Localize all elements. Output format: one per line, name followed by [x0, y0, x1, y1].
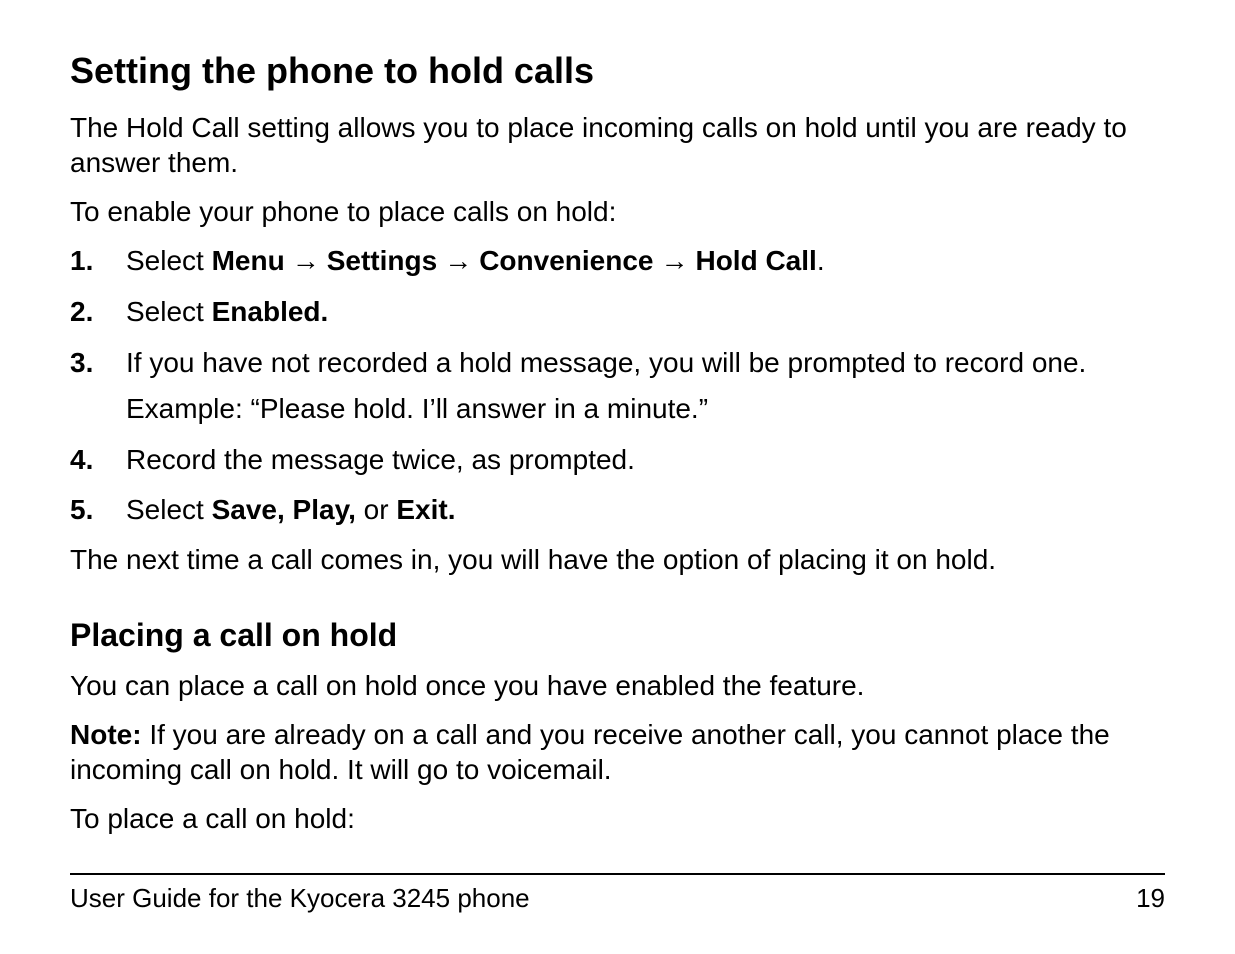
arrow-icon: →	[437, 246, 479, 277]
step-body: If you have not recorded a hold message,…	[126, 345, 1165, 428]
step-text: Select	[126, 245, 212, 276]
step-text: or	[356, 494, 396, 525]
step-text: Record the message twice, as prompted.	[126, 444, 635, 475]
step-number: 1.	[70, 243, 126, 280]
list-item: 5. Select Save, Play, or Exit.	[70, 492, 1165, 528]
footer-title: User Guide for the Kyocera 3245 phone	[70, 883, 530, 914]
document-page: Setting the phone to hold calls The Hold…	[0, 0, 1235, 954]
body-paragraph: To place a call on hold:	[70, 801, 1165, 836]
body-paragraph: You can place a call on hold once you ha…	[70, 668, 1165, 703]
after-paragraph: The next time a call comes in, you will …	[70, 542, 1165, 577]
note-label: Note:	[70, 719, 149, 750]
step-body: Select Enabled.	[126, 294, 1165, 330]
subsection-heading: Placing a call on hold	[70, 617, 1165, 654]
step-body: Record the message twice, as prompted.	[126, 442, 1165, 478]
ui-label: Exit.	[396, 494, 455, 525]
note-text: If you are already on a call and you rec…	[70, 719, 1110, 785]
step-body: Select Save, Play, or Exit.	[126, 492, 1165, 528]
step-body: Select Menu → Settings → Convenience → H…	[126, 243, 1165, 280]
menu-path-item: Convenience	[479, 245, 653, 276]
note-paragraph: Note: If you are already on a call and y…	[70, 717, 1165, 787]
intro-paragraph: The Hold Call setting allows you to plac…	[70, 110, 1165, 180]
menu-path-item: Menu	[212, 245, 285, 276]
menu-path-item: Settings	[327, 245, 437, 276]
ui-label: Enabled.	[212, 296, 329, 327]
step-number: 2.	[70, 294, 126, 330]
steps-list: 1. Select Menu → Settings → Convenience …	[70, 243, 1165, 528]
step-number: 3.	[70, 345, 126, 428]
arrow-icon: →	[653, 246, 695, 277]
list-item: 3. If you have not recorded a hold messa…	[70, 345, 1165, 428]
menu-path-item: Hold Call	[695, 245, 816, 276]
lead-in-paragraph: To enable your phone to place calls on h…	[70, 194, 1165, 229]
list-item: 2. Select Enabled.	[70, 294, 1165, 330]
step-text: Select	[126, 494, 212, 525]
arrow-icon: →	[285, 246, 327, 277]
section-heading: Setting the phone to hold calls	[70, 50, 1165, 92]
page-footer: User Guide for the Kyocera 3245 phone 19	[70, 873, 1165, 914]
ui-label: Save, Play,	[212, 494, 356, 525]
step-text: .	[817, 245, 825, 276]
step-text: If you have not recorded a hold message,…	[126, 345, 1165, 381]
step-text: Select	[126, 296, 212, 327]
list-item: 1. Select Menu → Settings → Convenience …	[70, 243, 1165, 280]
step-number: 5.	[70, 492, 126, 528]
example-text: Example: “Please hold. I’ll answer in a …	[126, 391, 1165, 427]
list-item: 4. Record the message twice, as prompted…	[70, 442, 1165, 478]
step-number: 4.	[70, 442, 126, 478]
page-number: 19	[1136, 883, 1165, 914]
